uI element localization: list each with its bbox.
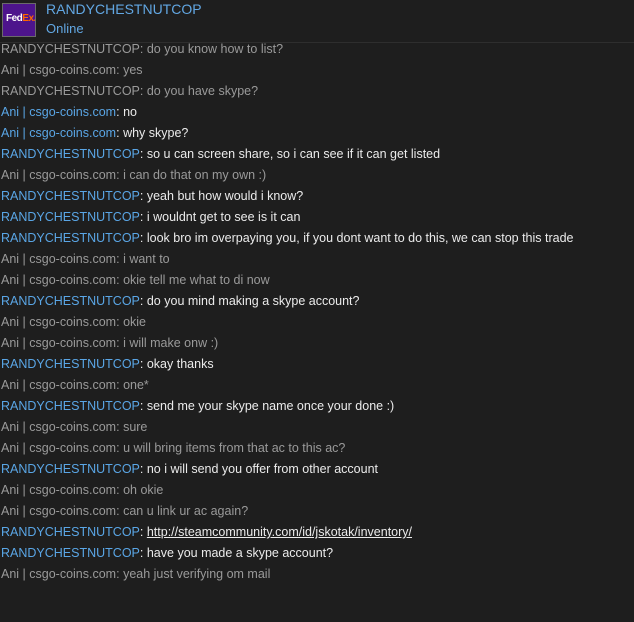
message-sender[interactable]: RANDYCHESTNUTCOP [1,294,140,308]
message-text: okay thanks [146,357,214,371]
chat-message: Ani | csgo-coins.com: oh okie [1,483,164,497]
message-text: i wouldnt get to see is it can [146,210,301,224]
message-sender[interactable]: RANDYCHESTNUTCOP [1,84,140,98]
message-text: i will make onw :) [123,336,219,350]
message-text: can u link ur ac again? [123,504,249,518]
message-text: okie [123,315,146,329]
message-link[interactable]: http://steamcommunity.com/id/jskotak/inv… [147,525,412,539]
chat-message: RANDYCHESTNUTCOP: send me your skype nam… [1,399,395,413]
message-text: do you mind making a skype account? [146,294,360,308]
message-sender[interactable]: Ani | csgo-coins.com [1,336,116,350]
message-text: no i will send you offer from other acco… [146,462,378,476]
chat-message: Ani | csgo-coins.com: u will bring items… [1,441,346,455]
message-sender[interactable]: Ani | csgo-coins.com [1,504,116,518]
message-sender[interactable]: Ani | csgo-coins.com [1,63,116,77]
chat-message: Ani | csgo-coins.com: i can do that on m… [1,168,267,182]
message-text: one* [123,378,149,392]
contact-avatar[interactable]: FedEx. [2,3,36,37]
chat-log[interactable]: RANDYCHESTNUTCOP: do you know how to lis… [0,29,634,622]
message-text: okie tell me what to di now [123,273,270,287]
message-text: send me your skype name once your done :… [146,399,395,413]
message-sender[interactable]: Ani | csgo-coins.com [1,315,116,329]
message-text: u will bring items from that ac to this … [123,441,346,455]
message-sender[interactable]: Ani | csgo-coins.com [1,567,116,581]
chat-message: Ani | csgo-coins.com: okie tell me what … [1,273,270,287]
message-sender[interactable]: RANDYCHESTNUTCOP [1,399,140,413]
message-text: no [123,105,137,119]
chat-message: RANDYCHESTNUTCOP: i wouldnt get to see i… [1,210,301,224]
chat-message: Ani | csgo-coins.com: why skype? [1,126,189,140]
message-sender[interactable]: RANDYCHESTNUTCOP [1,42,140,56]
message-sender[interactable]: RANDYCHESTNUTCOP [1,231,140,245]
message-text: i can do that on my own :) [123,168,267,182]
message-text: i want to [123,252,170,266]
chat-message: RANDYCHESTNUTCOP: have you made a skype … [1,546,334,560]
chat-message: RANDYCHESTNUTCOP: yeah but how would i k… [1,189,304,203]
chat-message: Ani | csgo-coins.com: yes [1,63,143,77]
message-text: yeah but how would i know? [146,189,304,203]
contact-status: Online [46,21,84,36]
message-text: sure [123,420,148,434]
message-sender[interactable]: Ani | csgo-coins.com [1,483,116,497]
message-sender[interactable]: RANDYCHESTNUTCOP [1,525,140,539]
message-sender[interactable]: RANDYCHESTNUTCOP [1,210,140,224]
message-sender[interactable]: RANDYCHESTNUTCOP [1,357,140,371]
message-sender[interactable]: Ani | csgo-coins.com [1,126,116,140]
message-text: do you know how to list? [146,42,284,56]
message-sender[interactable]: RANDYCHESTNUTCOP [1,462,140,476]
chat-message: Ani | csgo-coins.com: sure [1,420,148,434]
message-sender[interactable]: RANDYCHESTNUTCOP [1,147,140,161]
message-sender[interactable]: Ani | csgo-coins.com [1,105,116,119]
message-text: look bro im overpaying you, if you dont … [146,231,574,245]
message-sender[interactable]: Ani | csgo-coins.com [1,378,116,392]
message-sender[interactable]: Ani | csgo-coins.com [1,420,116,434]
chat-message: Ani | csgo-coins.com: one* [1,378,149,392]
message-text: so u can screen share, so i can see if i… [146,147,441,161]
message-sender[interactable]: Ani | csgo-coins.com [1,168,116,182]
message-text: have you made a skype account? [146,546,334,560]
chat-message: Ani | csgo-coins.com: i will make onw :) [1,336,219,350]
chat-message: RANDYCHESTNUTCOP: look bro im overpaying… [1,231,574,245]
chat-message: RANDYCHESTNUTCOP: do you mind making a s… [1,294,360,308]
message-text: do you have skype? [146,84,259,98]
message-sender[interactable]: Ani | csgo-coins.com [1,273,116,287]
message-text: why skype? [123,126,189,140]
message-text: oh okie [123,483,164,497]
message-sender[interactable]: RANDYCHESTNUTCOP [1,546,140,560]
chat-message: RANDYCHESTNUTCOP: do you have skype? [1,84,259,98]
chat-message: Ani | csgo-coins.com: no [1,105,137,119]
chat-message: RANDYCHESTNUTCOP: okay thanks [1,357,214,371]
chat-header: FedEx. RANDYCHESTNUTCOP Online [0,0,634,43]
message-sender[interactable]: Ani | csgo-coins.com [1,252,116,266]
fedex-logo: FedEx. [6,13,36,24]
chat-message: Ani | csgo-coins.com: yeah just verifyin… [1,567,271,581]
chat-message: RANDYCHESTNUTCOP: no i will send you off… [1,462,378,476]
message-text: yes [123,63,143,77]
chat-message: Ani | csgo-coins.com: can u link ur ac a… [1,504,249,518]
message-sender[interactable]: Ani | csgo-coins.com [1,441,116,455]
message-sender[interactable]: RANDYCHESTNUTCOP [1,189,140,203]
contact-name[interactable]: RANDYCHESTNUTCOP [46,1,202,17]
chat-message: Ani | csgo-coins.com: okie [1,315,146,329]
message-text: yeah just verifying om mail [123,567,271,581]
chat-message: Ani | csgo-coins.com: i want to [1,252,170,266]
chat-message: RANDYCHESTNUTCOP: so u can screen share,… [1,147,441,161]
chat-message: RANDYCHESTNUTCOP: http://steamcommunity.… [1,525,413,539]
